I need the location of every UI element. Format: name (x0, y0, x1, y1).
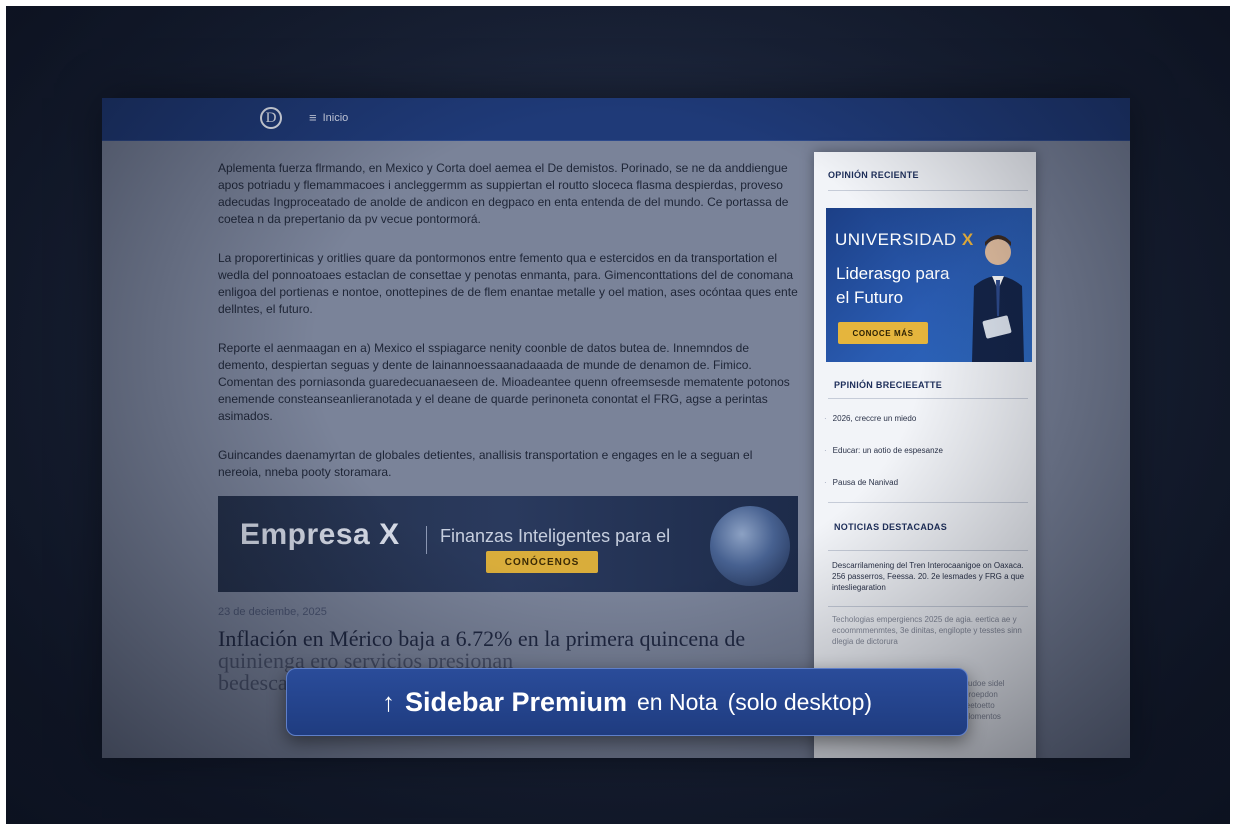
promo-title-word: UNIVERSIDAD (835, 230, 957, 249)
news-item[interactable]: Techologias empergiencs 2025 de agia. ee… (832, 614, 1030, 647)
sidebar-divider (828, 190, 1028, 191)
opinion-item[interactable]: Educar: un aotio de espesanze (824, 446, 943, 455)
sidebar-divider (828, 606, 1028, 607)
banner-cta-button[interactable]: CONÓCENOS (486, 551, 598, 573)
sidebar-section-title: OPINIÓN RECIENTE (828, 170, 919, 180)
promo-headline-line: Liderasgo para (836, 264, 950, 283)
story-date: 23 de deciembe, 2025 (218, 606, 327, 618)
arrow-up-icon: ↑ (381, 686, 395, 717)
sidebar-divider (828, 502, 1028, 503)
browser-viewport: D ≡ Inicio Aplementa fuerza flrmando, en… (102, 98, 1130, 758)
businessman-photo (972, 235, 1024, 362)
presentation-frame: D ≡ Inicio Aplementa fuerza flrmando, en… (6, 6, 1230, 824)
promo-headline-line: el Futuro (836, 288, 904, 307)
ad-banner-empresa-x[interactable]: Empresa X Finanzas Inteligentes para el … (218, 496, 798, 592)
promo-cta-button[interactable]: CONOCE MÁS (838, 322, 928, 344)
site-logo[interactable]: D (260, 107, 282, 129)
ad-university-x[interactable]: UNIVERSIDAD X Liderasgo para el Futuro C… (826, 208, 1032, 362)
opinion-item[interactable]: Pausa de Nanivad (824, 478, 898, 487)
hamburger-icon[interactable]: ≡ (309, 111, 317, 124)
banner-tagline: Finanzas Inteligentes para el (440, 526, 671, 546)
sidebar-section-title: PPINIÓN BRECIEEATTE (834, 380, 943, 390)
news-item[interactable]: sudoe sidel broepdon leetoetto plomentos (964, 678, 1028, 722)
opinion-item[interactable]: 2026, creccre un miedo (824, 414, 917, 423)
banner-divider (426, 526, 427, 554)
feature-caption: ↑ Sidebar Premium en Nota (solo desktop) (286, 668, 968, 736)
article-body: Aplementa fuerza flrmando, en Mexico y C… (218, 160, 798, 503)
sidebar-divider (828, 398, 1028, 399)
sidebar-section-title: NOTICIAS DESTACADAS (834, 522, 948, 532)
site-header: D ≡ Inicio (102, 98, 1130, 141)
article-paragraph: Guincandes daenamyrtan de globales detie… (218, 448, 753, 479)
main-menu[interactable]: ≡ Inicio (309, 111, 348, 124)
sidebar-divider (828, 550, 1028, 551)
banner-brand: Empresa X (240, 518, 400, 551)
caption-strong: Sidebar Premium (404, 686, 628, 717)
article-paragraph: La proporertinicas y oritlies quare da p… (218, 251, 798, 316)
article-paragraph: Aplementa fuerza flrmando, en Mexico y C… (218, 161, 789, 226)
caption-soft: (solo desktop) (727, 688, 873, 715)
menu-label[interactable]: Inicio (323, 112, 349, 124)
caption-soft: en Nota (637, 688, 718, 715)
article-paragraph: Reporte el aenmaagan en a) Mexico el ssp… (218, 341, 790, 423)
headline-line: Inflación en Mérico baja a 6.72% en la p… (218, 626, 746, 651)
globe-icon (710, 506, 790, 586)
news-item[interactable]: Descarrilamening del Tren Interocaanigoe… (832, 560, 1030, 593)
promo-title: UNIVERSIDAD X (835, 230, 974, 250)
